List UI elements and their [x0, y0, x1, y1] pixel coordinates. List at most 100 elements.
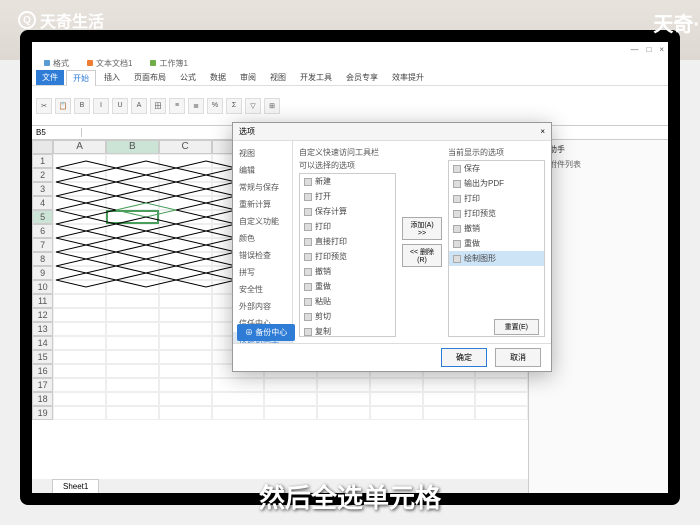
tool-button[interactable]: ⊞	[264, 98, 280, 114]
cell[interactable]	[53, 378, 106, 392]
ribbon-tab[interactable]: 页面布局	[128, 70, 172, 85]
ribbon-tab[interactable]: 会员专享	[340, 70, 384, 85]
doc-tab[interactable]: 格式	[36, 56, 77, 71]
cell[interactable]	[53, 252, 106, 266]
row-header[interactable]: 8	[32, 252, 53, 266]
cell[interactable]	[53, 238, 106, 252]
ribbon-tab[interactable]: 效率提升	[386, 70, 430, 85]
list-item[interactable]: 撤销	[300, 264, 395, 279]
list-item[interactable]: 输出为PDF	[449, 176, 544, 191]
cell[interactable]	[212, 378, 265, 392]
list-item[interactable]: 保存	[449, 161, 544, 176]
cell[interactable]	[423, 392, 476, 406]
cell[interactable]	[106, 182, 159, 196]
row-header[interactable]: 10	[32, 280, 53, 294]
cell[interactable]	[106, 322, 159, 336]
list-item[interactable]: 打印预览	[449, 206, 544, 221]
tool-button[interactable]: Σ	[226, 98, 242, 114]
cell[interactable]	[106, 406, 159, 420]
row-header[interactable]: 18	[32, 392, 53, 406]
row-header[interactable]: 6	[32, 224, 53, 238]
cell[interactable]	[264, 378, 317, 392]
ribbon-tab[interactable]: 插入	[98, 70, 126, 85]
row-header[interactable]: 15	[32, 350, 53, 364]
cell[interactable]	[106, 224, 159, 238]
cell[interactable]	[106, 336, 159, 350]
tool-button[interactable]: ≣	[188, 98, 204, 114]
tool-button[interactable]: 📋	[55, 98, 71, 114]
row-header[interactable]: 17	[32, 378, 53, 392]
cell[interactable]	[317, 378, 370, 392]
row-header[interactable]: 13	[32, 322, 53, 336]
list-item[interactable]: 复制	[300, 324, 395, 337]
available-commands-list[interactable]: 新建打开保存计算打印直接打印打印预览撤销重做粘贴剪切复制环境检测重复当前工作簿关…	[299, 173, 396, 337]
cell[interactable]	[53, 336, 106, 350]
ribbon-tab[interactable]: 公式	[174, 70, 202, 85]
reset-button[interactable]: 重置(E)	[494, 319, 539, 335]
cell[interactable]	[370, 378, 423, 392]
nav-item[interactable]: 颜色	[233, 230, 292, 247]
row-header[interactable]: 19	[32, 406, 53, 420]
cell[interactable]	[106, 154, 159, 168]
list-item[interactable]: 重做	[300, 279, 395, 294]
cell[interactable]	[159, 210, 212, 224]
cell[interactable]	[106, 210, 159, 224]
cell[interactable]	[212, 392, 265, 406]
cell[interactable]	[159, 238, 212, 252]
cell[interactable]	[53, 406, 106, 420]
select-all-corner[interactable]	[32, 140, 53, 154]
cell[interactable]	[212, 406, 265, 420]
row-header[interactable]: 14	[32, 336, 53, 350]
cell[interactable]	[53, 210, 106, 224]
nav-item[interactable]: 外部内容	[233, 298, 292, 315]
cell[interactable]	[53, 280, 106, 294]
cell[interactable]	[53, 364, 106, 378]
list-item[interactable]: 打开	[300, 189, 395, 204]
cell[interactable]	[159, 196, 212, 210]
cell[interactable]	[53, 294, 106, 308]
col-header[interactable]: C	[159, 140, 212, 154]
cell[interactable]	[106, 364, 159, 378]
cell[interactable]	[370, 392, 423, 406]
cell[interactable]	[475, 406, 528, 420]
cell[interactable]	[159, 364, 212, 378]
cell[interactable]	[423, 406, 476, 420]
cell[interactable]	[264, 392, 317, 406]
cell[interactable]	[159, 280, 212, 294]
tool-button[interactable]: ≡	[169, 98, 185, 114]
cell[interactable]	[106, 266, 159, 280]
tool-button[interactable]: B	[74, 98, 90, 114]
nav-item[interactable]: 重新计算	[233, 196, 292, 213]
row-header[interactable]: 4	[32, 196, 53, 210]
cell[interactable]	[53, 196, 106, 210]
cell[interactable]	[159, 336, 212, 350]
list-item[interactable]: 绘制图形	[449, 251, 544, 266]
cell[interactable]	[264, 406, 317, 420]
cell[interactable]	[317, 392, 370, 406]
cell[interactable]	[106, 168, 159, 182]
cell[interactable]	[106, 196, 159, 210]
col-header[interactable]: A	[53, 140, 106, 154]
nav-item[interactable]: 安全性	[233, 281, 292, 298]
cell[interactable]	[159, 392, 212, 406]
list-item[interactable]: 撤销	[449, 221, 544, 236]
row-header[interactable]: 16	[32, 364, 53, 378]
ribbon-tab[interactable]: 开发工具	[294, 70, 338, 85]
nav-item[interactable]: 编辑	[233, 162, 292, 179]
cell[interactable]	[423, 378, 476, 392]
cell[interactable]	[53, 350, 106, 364]
cell[interactable]	[53, 168, 106, 182]
cell[interactable]	[53, 322, 106, 336]
cell[interactable]	[159, 154, 212, 168]
tool-button[interactable]: %	[207, 98, 223, 114]
list-item[interactable]: 新建	[300, 174, 395, 189]
cell[interactable]	[106, 378, 159, 392]
cell[interactable]	[53, 266, 106, 280]
cell[interactable]	[159, 224, 212, 238]
list-item[interactable]: 打印预览	[300, 249, 395, 264]
tool-button[interactable]: ▽	[245, 98, 261, 114]
cell[interactable]	[159, 350, 212, 364]
cell[interactable]	[53, 392, 106, 406]
list-item[interactable]: 打印	[300, 219, 395, 234]
row-header[interactable]: 5	[32, 210, 53, 224]
